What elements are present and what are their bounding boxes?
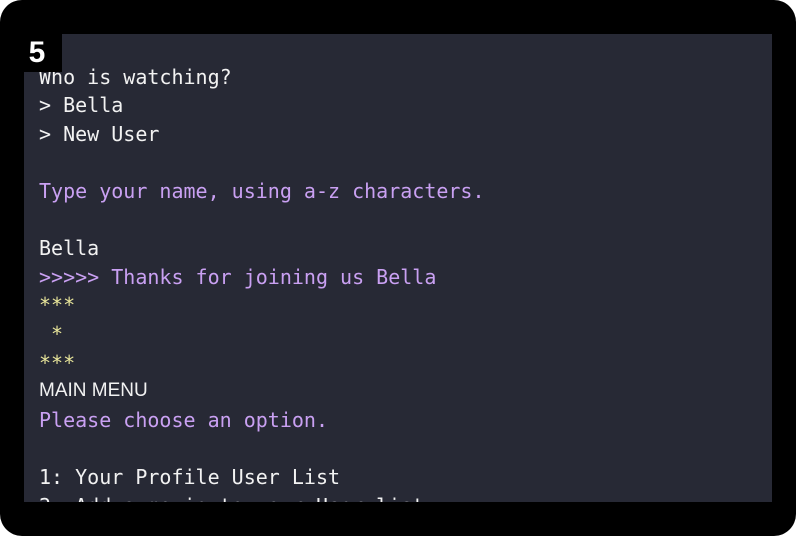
- welcome-message: >>>>> Thanks for joining us Bella: [39, 264, 437, 289]
- menu-option-bella: > Bella: [39, 93, 124, 118]
- user-input-echo: Bella: [39, 236, 100, 261]
- step-badge: 5: [12, 34, 62, 72]
- menu-option-new-user: > New User: [39, 121, 160, 146]
- name-prompt: Type your name, using a-z characters.: [39, 178, 485, 203]
- device-frame: 5 * Who is watching? > Bella > New User …: [0, 0, 796, 536]
- choose-option-prompt: Please choose an option.: [39, 407, 328, 432]
- terminal-line: Who is watching?: [39, 64, 232, 89]
- main-menu-heading: MAIN MENU: [39, 380, 148, 402]
- terminal-line: *: [39, 34, 762, 63]
- menu-item-add-movie: 2: Add a movie to your User list: [39, 492, 762, 503]
- terminal-output: * Who is watching? > Bella > New User Ty…: [39, 34, 762, 502]
- star-art-line: ***: [39, 350, 76, 375]
- star-art-line: *: [39, 321, 64, 346]
- star-art-line: ***: [39, 293, 76, 318]
- menu-item-profile-list: 1: Your Profile User List: [39, 464, 341, 489]
- terminal-window[interactable]: * Who is watching? > Bella > New User Ty…: [24, 34, 772, 502]
